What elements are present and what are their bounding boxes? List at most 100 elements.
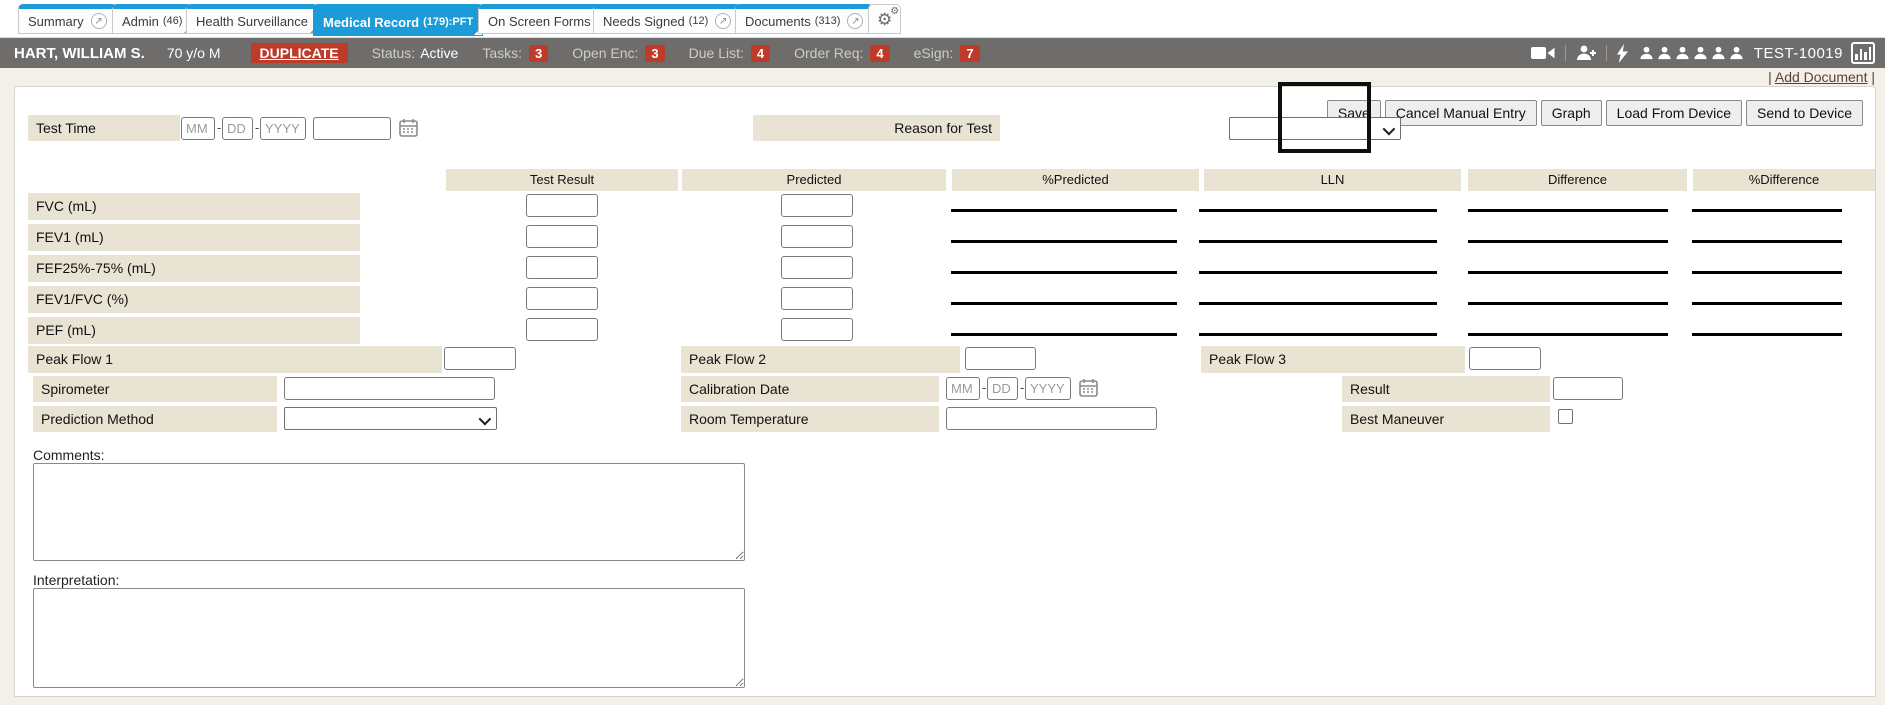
person-icon xyxy=(1675,46,1690,60)
peak-flow-2-label: Peak Flow 2 xyxy=(681,346,960,373)
room-temperature-label: Room Temperature xyxy=(681,406,939,432)
patient-banner: HART, WILLIAM S. 70 y/o M DUPLICATE Stat… xyxy=(0,38,1885,68)
gears-icon: ⚙⚙ xyxy=(877,11,892,28)
test-time-year-input[interactable] xyxy=(260,117,306,140)
predicted-input-fev1[interactable] xyxy=(781,225,853,248)
test-time-time-input[interactable] xyxy=(313,117,391,140)
tab-needs-signed[interactable]: Needs Signed (12) ↗ xyxy=(593,4,741,34)
row-label-fev1: FEV1 (mL) xyxy=(28,224,360,251)
open-enc-badge[interactable]: 3 xyxy=(645,45,664,62)
test-result-input-pef[interactable] xyxy=(526,318,598,341)
video-camera-icon[interactable] xyxy=(1531,45,1555,61)
chart-icon[interactable] xyxy=(1851,42,1875,64)
test-result-input-fev1-fvc[interactable] xyxy=(526,287,598,310)
popout-icon[interactable]: ↗ xyxy=(91,13,107,29)
interpretation-label: Interpretation: xyxy=(33,572,119,588)
difference-underline xyxy=(1468,333,1668,336)
esign-badge[interactable]: 7 xyxy=(960,45,979,62)
send-to-device-button[interactable]: Send to Device xyxy=(1746,100,1863,126)
pct-difference-underline xyxy=(1692,209,1842,212)
graph-button[interactable]: Graph xyxy=(1541,100,1602,126)
row-label-fvc: FVC (mL) xyxy=(28,193,360,220)
test-time-label: Test Time xyxy=(28,115,180,141)
difference-underline xyxy=(1468,302,1668,305)
room-temperature-input[interactable] xyxy=(946,407,1157,430)
calibration-month-input[interactable] xyxy=(946,377,980,400)
lln-underline xyxy=(1199,333,1437,336)
tab-medical-record[interactable]: Medical Record (179):PFT xyxy=(313,4,483,36)
tab-on-screen-forms[interactable]: On Screen Forms xyxy=(478,4,601,34)
load-from-device-button[interactable]: Load From Device xyxy=(1606,100,1742,126)
patient-age-sex: 70 y/o M xyxy=(167,45,221,61)
result-input[interactable] xyxy=(1553,377,1623,400)
popout-icon[interactable]: ↗ xyxy=(847,13,863,29)
reason-for-test-select[interactable] xyxy=(1229,117,1401,140)
tab-documents[interactable]: Documents (313) ↗ xyxy=(735,4,873,34)
popout-icon[interactable]: ↗ xyxy=(715,13,731,29)
difference-underline xyxy=(1468,271,1668,274)
pct-difference-underline xyxy=(1692,271,1842,274)
predicted-input-pef[interactable] xyxy=(781,318,853,341)
predicted-input-fef[interactable] xyxy=(781,256,853,279)
add-document-link[interactable]: Add Document xyxy=(1775,69,1868,85)
best-maneuver-checkbox[interactable] xyxy=(1558,409,1573,424)
tab-documents-label: Documents xyxy=(745,14,811,29)
row-label-fev1-fvc: FEV1/FVC (%) xyxy=(28,286,360,313)
pct-predicted-underline xyxy=(951,333,1177,336)
person-icon xyxy=(1711,46,1726,60)
lightning-icon[interactable] xyxy=(1617,44,1628,63)
tab-medical-record-count: (179):PFT xyxy=(423,16,473,28)
calibration-day-input[interactable] xyxy=(987,377,1018,400)
dash: - xyxy=(217,120,221,135)
tab-summary[interactable]: Summary ↗ xyxy=(18,4,117,34)
predicted-input-fvc[interactable] xyxy=(781,194,853,217)
pipe: | xyxy=(1768,69,1772,85)
test-time-month-input[interactable] xyxy=(181,117,215,140)
duplicate-badge[interactable]: DUPLICATE xyxy=(251,43,348,63)
spirometer-label: Spirometer xyxy=(33,376,277,402)
order-req-badge[interactable]: 4 xyxy=(870,45,889,62)
tab-needs-signed-label: Needs Signed xyxy=(603,14,685,29)
tab-health-surveillance[interactable]: Health Surveillance xyxy=(186,4,318,34)
lln-underline xyxy=(1199,271,1437,274)
tab-bar: Summary ↗ Admin (46) Health Surveillance… xyxy=(0,0,1885,38)
lln-underline xyxy=(1199,240,1437,243)
peak-flow-2-input[interactable] xyxy=(965,347,1036,370)
predicted-input-fev1-fvc[interactable] xyxy=(781,287,853,310)
header-predicted: Predicted xyxy=(682,169,946,191)
calendar-icon[interactable] xyxy=(399,118,418,137)
header-lln: LLN xyxy=(1204,169,1461,191)
reason-for-test-label: Reason for Test xyxy=(753,115,1000,141)
interpretation-textarea[interactable] xyxy=(33,588,745,688)
patients-group-icon[interactable] xyxy=(1636,46,1744,60)
test-result-input-fev1[interactable] xyxy=(526,225,598,248)
calendar-icon[interactable] xyxy=(1079,378,1098,397)
comments-label: Comments: xyxy=(33,447,105,463)
tab-admin-count: (46) xyxy=(163,15,183,27)
test-result-input-fef[interactable] xyxy=(526,256,598,279)
add-person-icon[interactable] xyxy=(1576,44,1596,62)
tab-admin[interactable]: Admin (46) xyxy=(112,4,192,34)
due-list-label: Due List: xyxy=(689,45,744,61)
test-result-input-fvc[interactable] xyxy=(526,194,598,217)
cancel-manual-entry-button[interactable]: Cancel Manual Entry xyxy=(1385,100,1537,126)
spirometer-input[interactable] xyxy=(284,377,495,400)
calibration-date-label: Calibration Date xyxy=(681,376,939,402)
best-maneuver-label: Best Maneuver xyxy=(1342,406,1550,432)
patient-id: TEST-10019 xyxy=(1754,45,1843,62)
peak-flow-1-input[interactable] xyxy=(444,347,516,370)
tasks-badge[interactable]: 3 xyxy=(529,45,548,62)
tab-settings[interactable]: ⚙⚙ xyxy=(868,4,901,34)
calibration-year-input[interactable] xyxy=(1025,377,1071,400)
pct-difference-underline xyxy=(1692,240,1842,243)
peak-flow-3-input[interactable] xyxy=(1469,347,1541,370)
tasks-label: Tasks: xyxy=(482,45,522,61)
header-difference: Difference xyxy=(1468,169,1687,191)
peak-flow-3-label: Peak Flow 3 xyxy=(1201,346,1465,373)
comments-textarea[interactable] xyxy=(33,463,745,561)
pct-predicted-underline xyxy=(951,209,1177,212)
prediction-method-select[interactable] xyxy=(284,407,497,430)
add-document-row: | Add Document | xyxy=(1768,69,1875,85)
test-time-day-input[interactable] xyxy=(222,117,253,140)
due-list-badge[interactable]: 4 xyxy=(751,45,770,62)
